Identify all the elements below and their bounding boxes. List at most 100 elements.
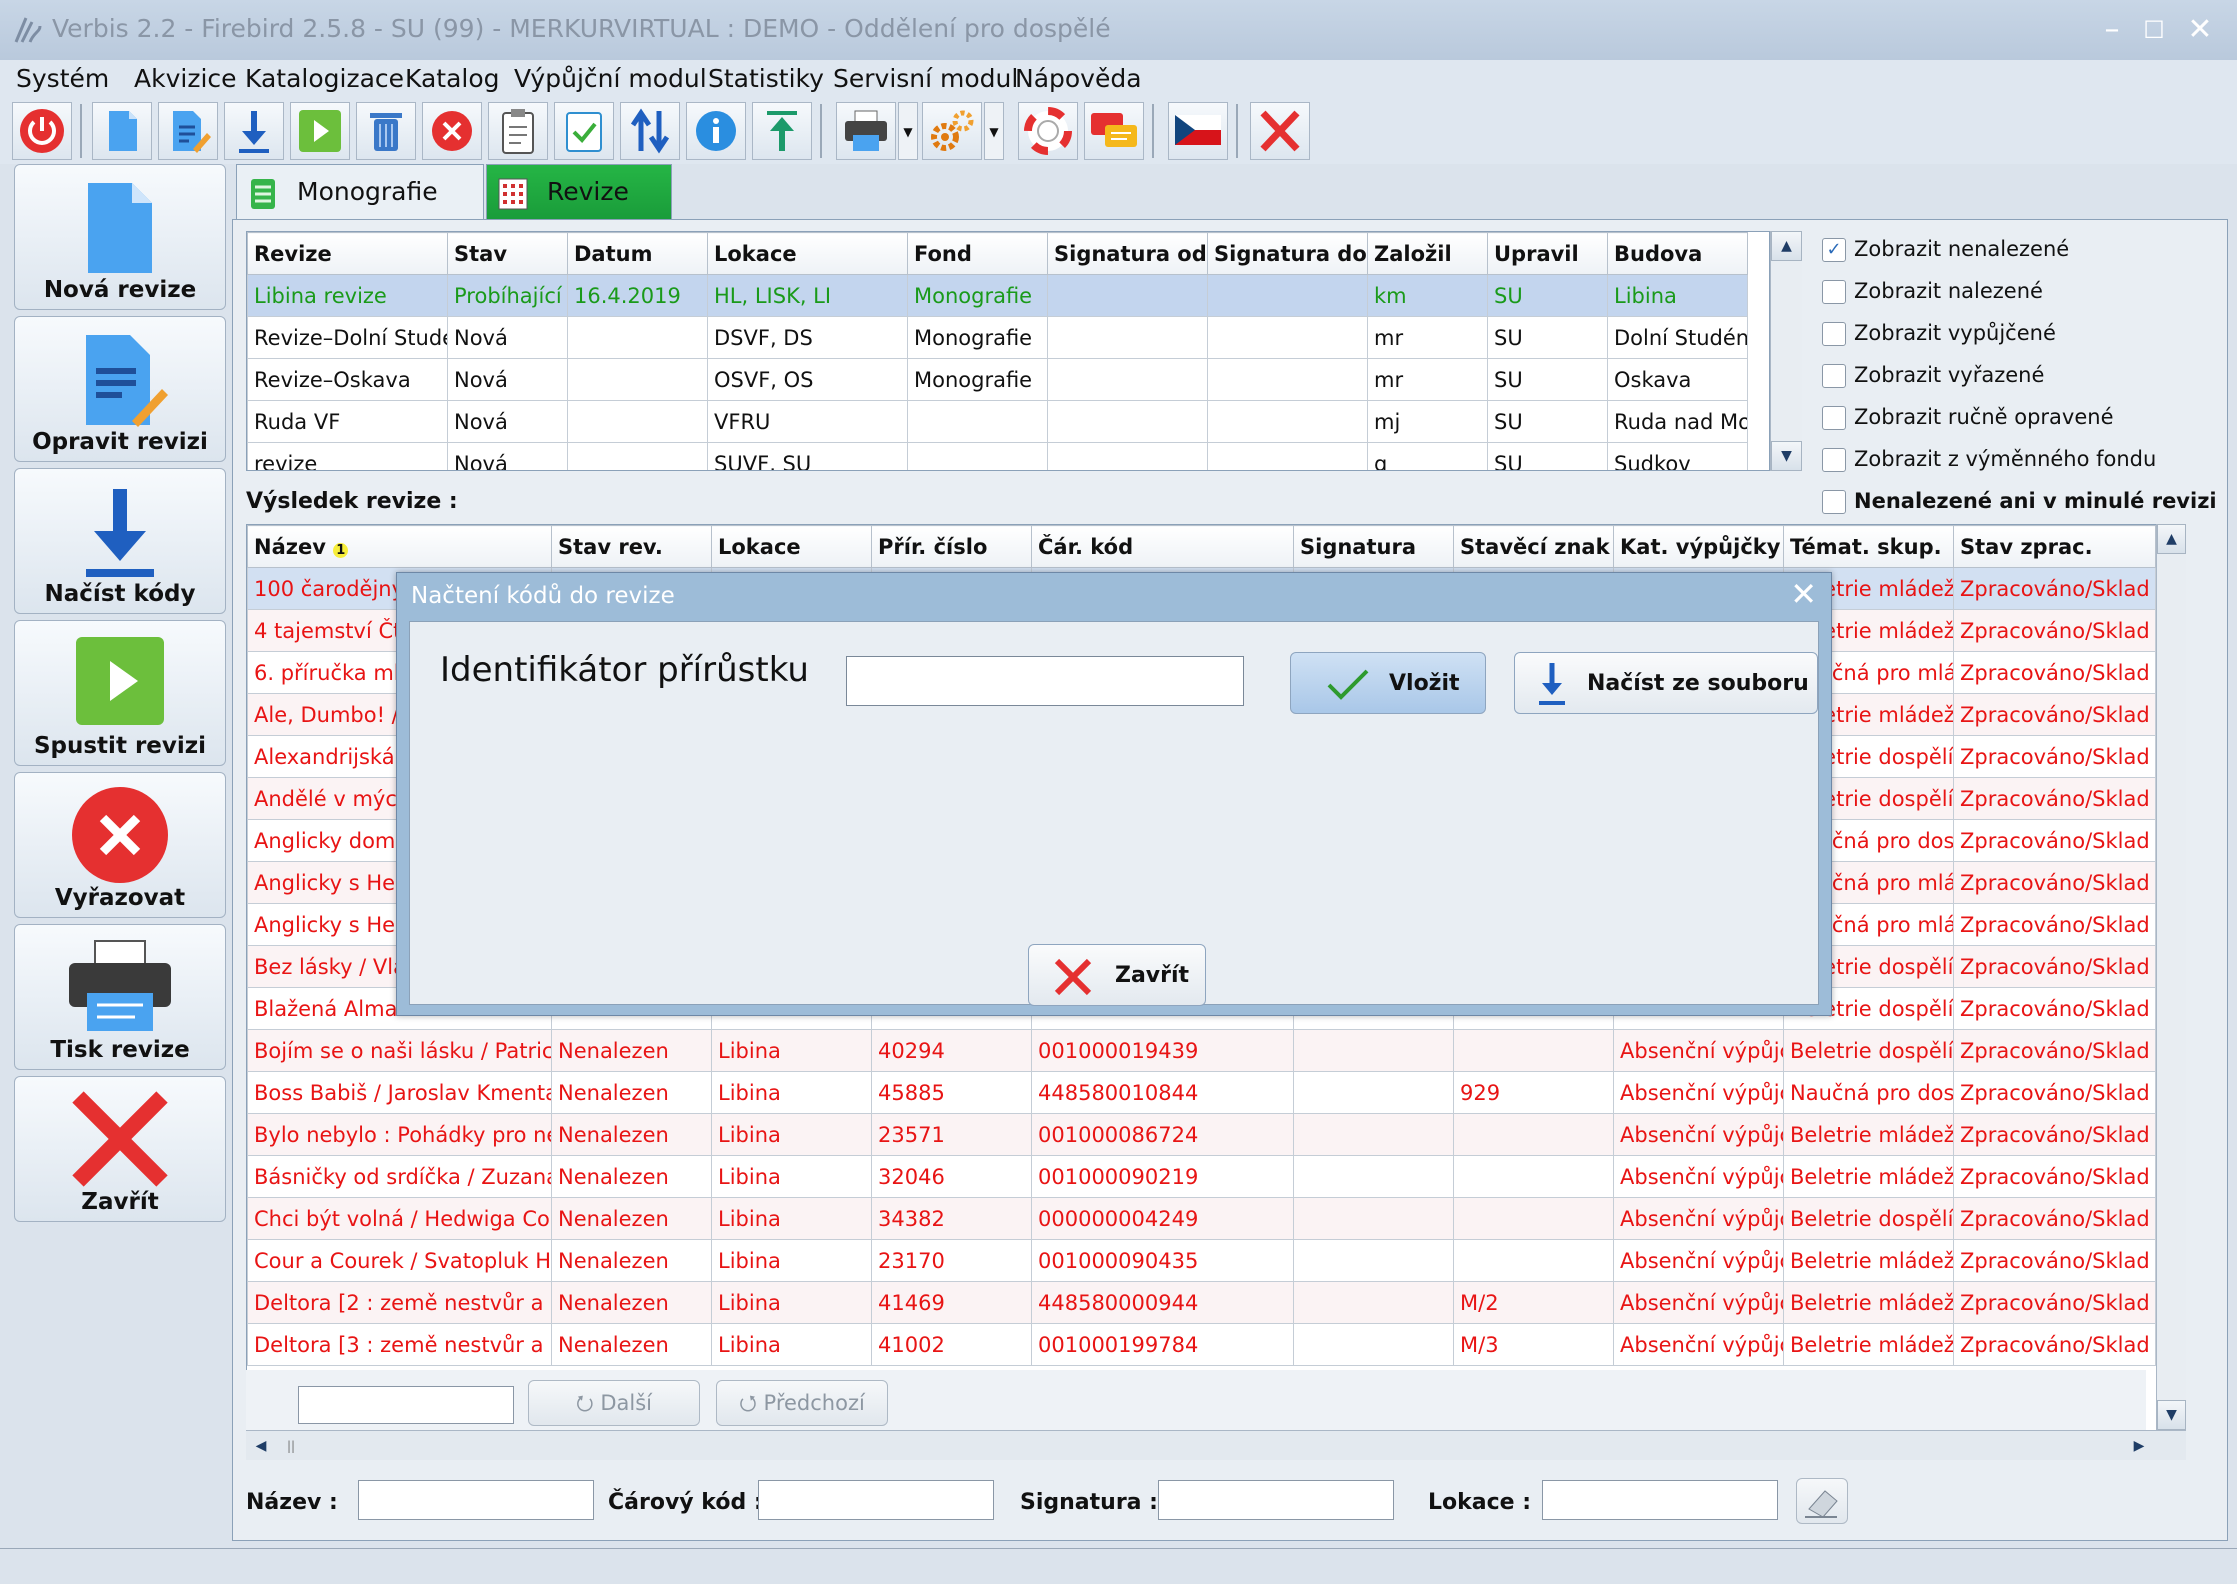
filter-signature-input[interactable] xyxy=(1158,1480,1394,1520)
menu-katalogizace[interactable]: Katalogizace xyxy=(245,64,404,93)
filter-not-found-prev[interactable]: Nenalezené ani v minulé revizi xyxy=(1822,489,2217,514)
col-nazev[interactable]: Název 1 xyxy=(247,525,552,568)
result-row[interactable]: Deltora [2 : země nestvůr a kc Nenalezen L… xyxy=(247,1281,2156,1324)
filter-not-found[interactable]: ✓ Zobrazit nenalezené xyxy=(1822,237,2069,262)
result-row[interactable]: Básničky od srdíčka / Zuzana K Nenalezen L… xyxy=(247,1155,2156,1198)
col-lokace[interactable]: Lokace xyxy=(711,525,872,568)
edit-document-button[interactable] xyxy=(158,102,218,160)
col-zalozil[interactable]: Založil xyxy=(1367,232,1488,275)
exit-button[interactable] xyxy=(1250,102,1310,160)
play-button[interactable] xyxy=(290,102,350,160)
filter-manual[interactable]: Zobrazit ručně opravené xyxy=(1822,405,2114,430)
minimize-icon[interactable]: – xyxy=(2092,10,2132,50)
col-kat-vypujcky[interactable]: Kat. výpůjčky xyxy=(1613,525,1784,568)
col-stav-rev[interactable]: Stav rev. xyxy=(551,525,712,568)
edit-revision-button[interactable]: Opravit revizi xyxy=(14,316,226,462)
tab-monografie[interactable]: Monografie xyxy=(236,164,484,220)
revision-row[interactable]: Libina revize Probíhající 16.4.2019 HL, LIS… xyxy=(247,274,1748,317)
close-module-button[interactable]: Zavřít xyxy=(14,1076,226,1222)
revision-row[interactable]: revize Nová SUVF, SU g SU Sudkov xyxy=(247,442,1748,470)
scroll-up-icon[interactable]: ▲ xyxy=(1771,231,1802,261)
info-button[interactable] xyxy=(686,102,746,160)
col-upravil[interactable]: Upravil xyxy=(1487,232,1608,275)
new-document-button[interactable] xyxy=(92,102,152,160)
menu-akvizice[interactable]: Akvizice xyxy=(134,64,237,93)
scroll-down-icon[interactable]: ▼ xyxy=(2157,1400,2186,1430)
clipboard-button[interactable] xyxy=(488,102,548,160)
checkbox-checked-icon[interactable]: ✓ xyxy=(1822,238,1846,262)
print-button[interactable] xyxy=(836,102,896,160)
revisions-scrollbar[interactable]: ▲ ▼ xyxy=(1770,231,1802,471)
col-stavec-znak[interactable]: Stavěcí znak xyxy=(1453,525,1614,568)
power-button[interactable] xyxy=(12,102,72,160)
filter-found[interactable]: Zobrazit nalezené xyxy=(1822,279,2043,304)
revision-row[interactable]: Revize–Dolní Studén Nová DSVF, DS Monografi… xyxy=(247,316,1748,359)
settings-button[interactable] xyxy=(922,102,982,160)
menu-katalog[interactable]: Katalog xyxy=(405,64,500,93)
filter-exchange[interactable]: Zobrazit z výměnného fondu xyxy=(1822,447,2156,472)
result-row[interactable]: Cour a Courek / Svatopluk Hrn Nenalezen Li… xyxy=(247,1239,2156,1282)
scroll-up-icon[interactable]: ▲ xyxy=(2157,524,2186,554)
col-lokace[interactable]: Lokace xyxy=(707,232,908,275)
menu-napoveda[interactable]: Nápověda xyxy=(1015,64,1142,93)
discard-button[interactable]: Vyřazovat xyxy=(14,772,226,918)
menu-statistiky[interactable]: Statistiky xyxy=(708,64,824,93)
filter-location-input[interactable] xyxy=(1542,1480,1778,1520)
results-scrollbar[interactable]: ▲ ▼ xyxy=(2156,524,2186,1430)
window-close-icon[interactable]: ✕ xyxy=(2180,10,2220,50)
filter-loaned[interactable]: Zobrazit vypůjčené xyxy=(1822,321,2056,346)
revision-row[interactable]: Ruda VF Nová VFRU mj SU Ruda nad Mor xyxy=(247,400,1748,443)
col-stav-zprac[interactable]: Stav zprac. xyxy=(1953,525,2156,568)
filter-barcode-input[interactable] xyxy=(758,1480,994,1520)
checkbox-icon[interactable] xyxy=(1822,406,1846,430)
upload-button[interactable] xyxy=(752,102,812,160)
menu-vypujcni-modul[interactable]: Výpůjční modul xyxy=(514,64,707,93)
delete-button[interactable] xyxy=(356,102,416,160)
identifier-input[interactable] xyxy=(846,656,1244,706)
clear-filter-button[interactable] xyxy=(1796,1478,1848,1524)
col-fond[interactable]: Fond xyxy=(907,232,1048,275)
load-from-file-button[interactable]: Načíst ze souboru xyxy=(1514,652,1818,714)
check-button[interactable] xyxy=(554,102,614,160)
result-row[interactable]: Bojím se o naši lásku / Patricia Nenaleze… xyxy=(247,1029,2156,1072)
col-signatura-od[interactable]: Signatura od xyxy=(1047,232,1208,275)
sort-button[interactable] xyxy=(620,102,680,160)
previous-button[interactable]: ⭯ Předchozí xyxy=(716,1380,888,1426)
chat-button[interactable] xyxy=(1084,102,1144,160)
print-dropdown[interactable]: ▼ xyxy=(898,102,918,160)
new-revision-button[interactable]: Nová revize xyxy=(14,164,226,310)
scroll-down-icon[interactable]: ▼ xyxy=(1771,441,1802,471)
menu-servisni-modul[interactable]: Servisní modul xyxy=(833,64,1018,93)
checkbox-icon[interactable] xyxy=(1822,490,1846,514)
result-row[interactable]: Boss Babiš / Jaroslav Kmenta Nenalezen Lib… xyxy=(247,1071,2156,1114)
language-button[interactable] xyxy=(1168,102,1228,160)
checkbox-icon[interactable] xyxy=(1822,448,1846,472)
download-button[interactable] xyxy=(224,102,284,160)
filter-discarded[interactable]: Zobrazit vyřazené xyxy=(1822,363,2044,388)
settings-dropdown[interactable]: ▼ xyxy=(984,102,1004,160)
cancel-button[interactable] xyxy=(422,102,482,160)
col-datum[interactable]: Datum xyxy=(567,232,708,275)
checkbox-icon[interactable] xyxy=(1822,280,1846,304)
grid-search-input[interactable] xyxy=(298,1386,514,1424)
col-signatura[interactable]: Signatura xyxy=(1293,525,1454,568)
col-car-kod[interactable]: Čár. kód xyxy=(1031,525,1294,568)
result-row[interactable]: Chci být volná / Hedwiga Cour Nenalezen Li… xyxy=(247,1197,2156,1240)
col-budova[interactable]: Budova xyxy=(1607,232,1748,275)
result-row[interactable]: Bylo nebylo : Pohádky pro nejmenšíNenale… xyxy=(247,1113,2156,1156)
checkbox-icon[interactable] xyxy=(1822,364,1846,388)
col-signatura-do[interactable]: Signatura do xyxy=(1207,232,1368,275)
run-revision-button[interactable]: Spustit revizi xyxy=(14,620,226,766)
print-revision-button[interactable]: Tisk revize xyxy=(14,924,226,1070)
filter-name-input[interactable] xyxy=(358,1480,594,1520)
checkbox-icon[interactable] xyxy=(1822,322,1846,346)
menu-system[interactable]: Systém xyxy=(16,64,109,93)
help-button[interactable] xyxy=(1018,102,1078,160)
col-temat-skup[interactable]: Témat. skup. xyxy=(1783,525,1954,568)
maximize-icon[interactable]: ☐ xyxy=(2134,10,2174,50)
col-revize[interactable]: Revize xyxy=(247,232,448,275)
col-stav[interactable]: Stav xyxy=(447,232,568,275)
revision-row[interactable]: Revize–Oskava Nová OSVF, OS Monografie mr SU O… xyxy=(247,358,1748,401)
result-row[interactable]: Deltora [3 : země nestvůr a kc Nenalezen L… xyxy=(247,1323,2156,1366)
load-codes-button[interactable]: Načíst kódy xyxy=(14,468,226,614)
